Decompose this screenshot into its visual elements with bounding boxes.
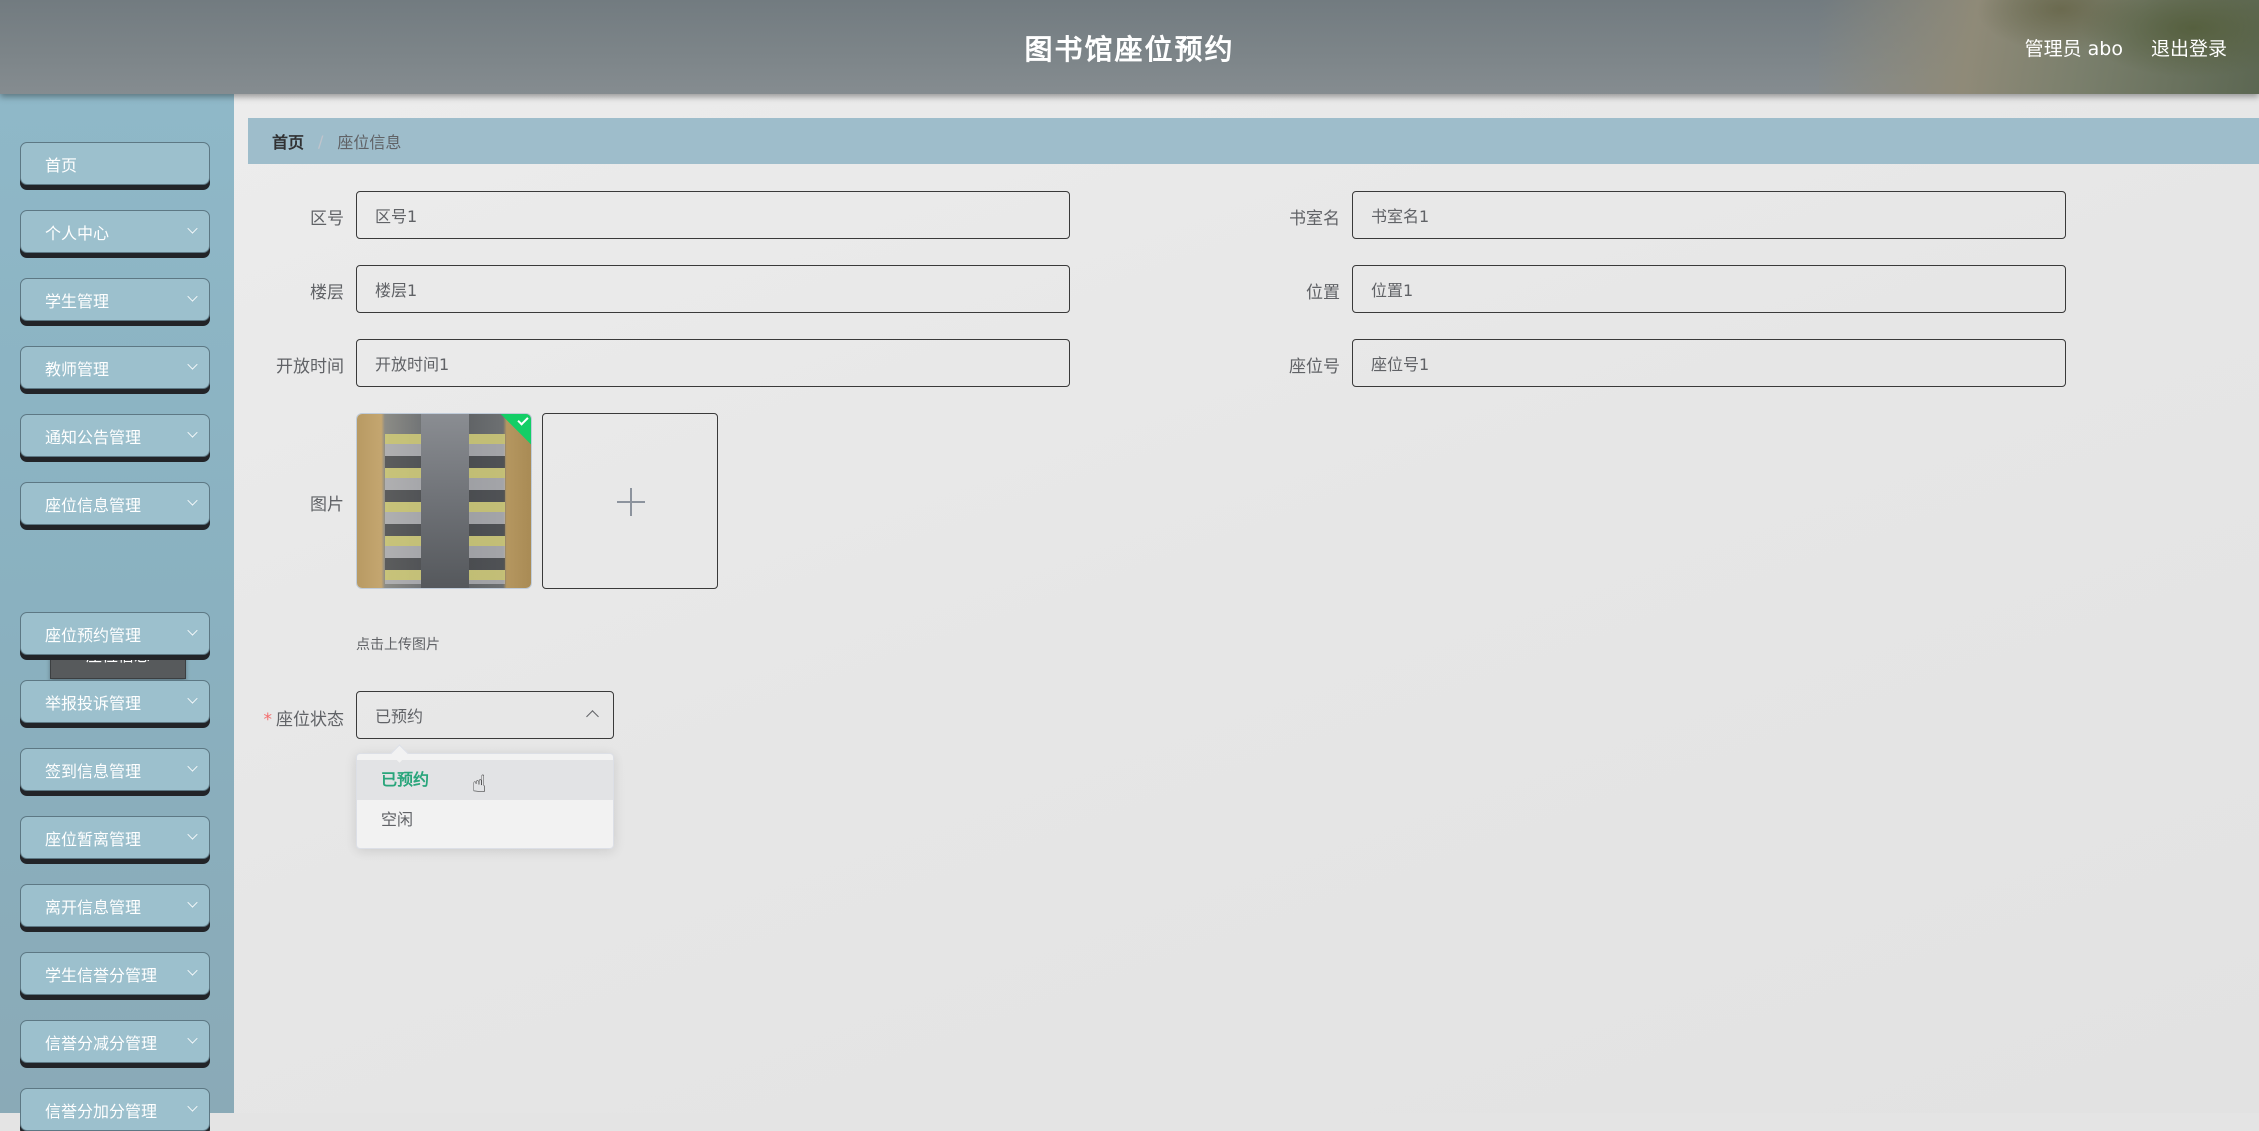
top-header: 图书馆座位预约 管理员 abo 退出登录 xyxy=(0,0,2259,94)
sidebar-item-label: 座位暂离管理 xyxy=(45,829,142,849)
seat-status-select[interactable]: 已预约 xyxy=(356,691,614,739)
seat-status-option-booked[interactable]: 已预约 xyxy=(357,760,613,800)
sidebar-item-label: 签到信息管理 xyxy=(45,761,142,781)
sidebar-item-label: 信誉分加分管理 xyxy=(45,1101,158,1121)
sidebar-item-credit-deduct[interactable]: 信誉分减分管理 xyxy=(20,1020,210,1063)
sidebar-item-label: 举报投诉管理 xyxy=(45,693,142,713)
sidebar-item-seat-booking[interactable]: 座位预约管理 xyxy=(20,612,210,655)
thumbnail-desks xyxy=(385,434,505,584)
seat-status-selected-value: 已预约 xyxy=(375,707,424,726)
chevron-down-icon xyxy=(187,1101,198,1112)
chevron-down-icon xyxy=(187,359,198,370)
sidebar-item-notices[interactable]: 通知公告管理 xyxy=(20,414,210,457)
room-name-label: 书室名 xyxy=(1289,209,1340,229)
chevron-down-icon xyxy=(187,291,198,302)
uploaded-picture-thumbnail[interactable] xyxy=(356,413,532,589)
breadcrumb-home-link[interactable]: 首页 xyxy=(272,129,304,153)
sidebar-item-home[interactable]: 首页 xyxy=(20,142,210,185)
seat-status-label: * 座位状态 xyxy=(234,705,345,730)
chevron-down-icon xyxy=(187,625,198,636)
sidebar-item-label: 学生管理 xyxy=(45,291,110,311)
sidebar-item-students[interactable]: 学生管理 xyxy=(20,278,210,321)
zone-field[interactable] xyxy=(356,191,1070,239)
chevron-up-icon xyxy=(586,710,599,723)
sidebar-item-label: 通知公告管理 xyxy=(45,427,142,447)
sidebar-item-seat-info[interactable]: 座位信息管理 xyxy=(20,482,210,525)
logout-button[interactable]: 退出登录 xyxy=(2151,34,2227,61)
main-content: 首页 / 座位信息 区号 书室名 楼层 位置 开放时间 座位号 图片 点击上传图… xyxy=(234,94,2259,1113)
chevron-down-icon xyxy=(187,897,198,908)
chevron-down-icon xyxy=(187,495,198,506)
sidebar-item-label: 离开信息管理 xyxy=(45,897,142,917)
upload-hint: 点击上传图片 xyxy=(356,637,440,653)
chevron-down-icon xyxy=(187,965,198,976)
sidebar-item-label: 信誉分减分管理 xyxy=(45,1033,158,1053)
sidebar-item-label: 教师管理 xyxy=(45,359,110,379)
required-mark: * xyxy=(263,710,273,730)
app-title: 图书馆座位预约 xyxy=(1024,33,1235,66)
chevron-down-icon xyxy=(187,1033,198,1044)
current-user-label: 管理员 abo xyxy=(2024,38,2123,60)
sidebar-item-label: 个人中心 xyxy=(45,223,110,243)
chevron-down-icon xyxy=(187,223,198,234)
picture-label: 图片 xyxy=(310,495,344,515)
open-time-field[interactable] xyxy=(356,339,1070,387)
floor-field[interactable] xyxy=(356,265,1070,313)
seat-no-label: 座位号 xyxy=(1289,357,1340,377)
seat-status-label-text: 座位状态 xyxy=(276,710,344,730)
sidebar-item-personal-center[interactable]: 个人中心 xyxy=(20,210,210,253)
position-field[interactable] xyxy=(1352,265,2066,313)
chevron-down-icon xyxy=(187,693,198,704)
sidebar: 首页 个人中心 学生管理 教师管理 通知公告管理 座位信息管理 座位信息 座位预… xyxy=(0,94,234,1131)
plus-icon-vertical xyxy=(630,488,632,516)
sidebar-item-credit-score[interactable]: 学生信誉分管理 xyxy=(20,952,210,995)
upload-picture-button[interactable] xyxy=(542,413,718,589)
sidebar-item-label: 座位信息管理 xyxy=(45,495,142,515)
breadcrumb-separator: / xyxy=(318,131,324,151)
chevron-down-icon xyxy=(187,829,198,840)
position-label: 位置 xyxy=(1306,283,1340,303)
breadcrumb: 首页 / 座位信息 xyxy=(248,118,2259,164)
seat-status-dropdown: 已预约 空闲 xyxy=(356,744,614,849)
sidebar-item-credit-add[interactable]: 信誉分加分管理 xyxy=(20,1088,210,1131)
zone-label: 区号 xyxy=(310,209,344,229)
room-name-field[interactable] xyxy=(1352,191,2066,239)
sidebar-item-complaints[interactable]: 举报投诉管理 xyxy=(20,680,210,723)
sidebar-item-checkin[interactable]: 签到信息管理 xyxy=(20,748,210,791)
floor-label: 楼层 xyxy=(310,283,344,303)
sidebar-item-teachers[interactable]: 教师管理 xyxy=(20,346,210,389)
sidebar-item-label: 学生信誉分管理 xyxy=(45,965,158,985)
sidebar-item-label: 座位预约管理 xyxy=(45,625,142,645)
chevron-down-icon xyxy=(187,427,198,438)
sidebar-item-seat-away[interactable]: 座位暂离管理 xyxy=(20,816,210,859)
seat-no-field[interactable] xyxy=(1352,339,2066,387)
seat-status-option-free[interactable]: 空闲 xyxy=(357,800,613,840)
breadcrumb-current: 座位信息 xyxy=(337,133,402,152)
sidebar-item-label: 首页 xyxy=(45,155,78,175)
chevron-down-icon xyxy=(187,761,198,772)
open-time-label: 开放时间 xyxy=(276,357,344,377)
sidebar-item-leave-info[interactable]: 离开信息管理 xyxy=(20,884,210,927)
